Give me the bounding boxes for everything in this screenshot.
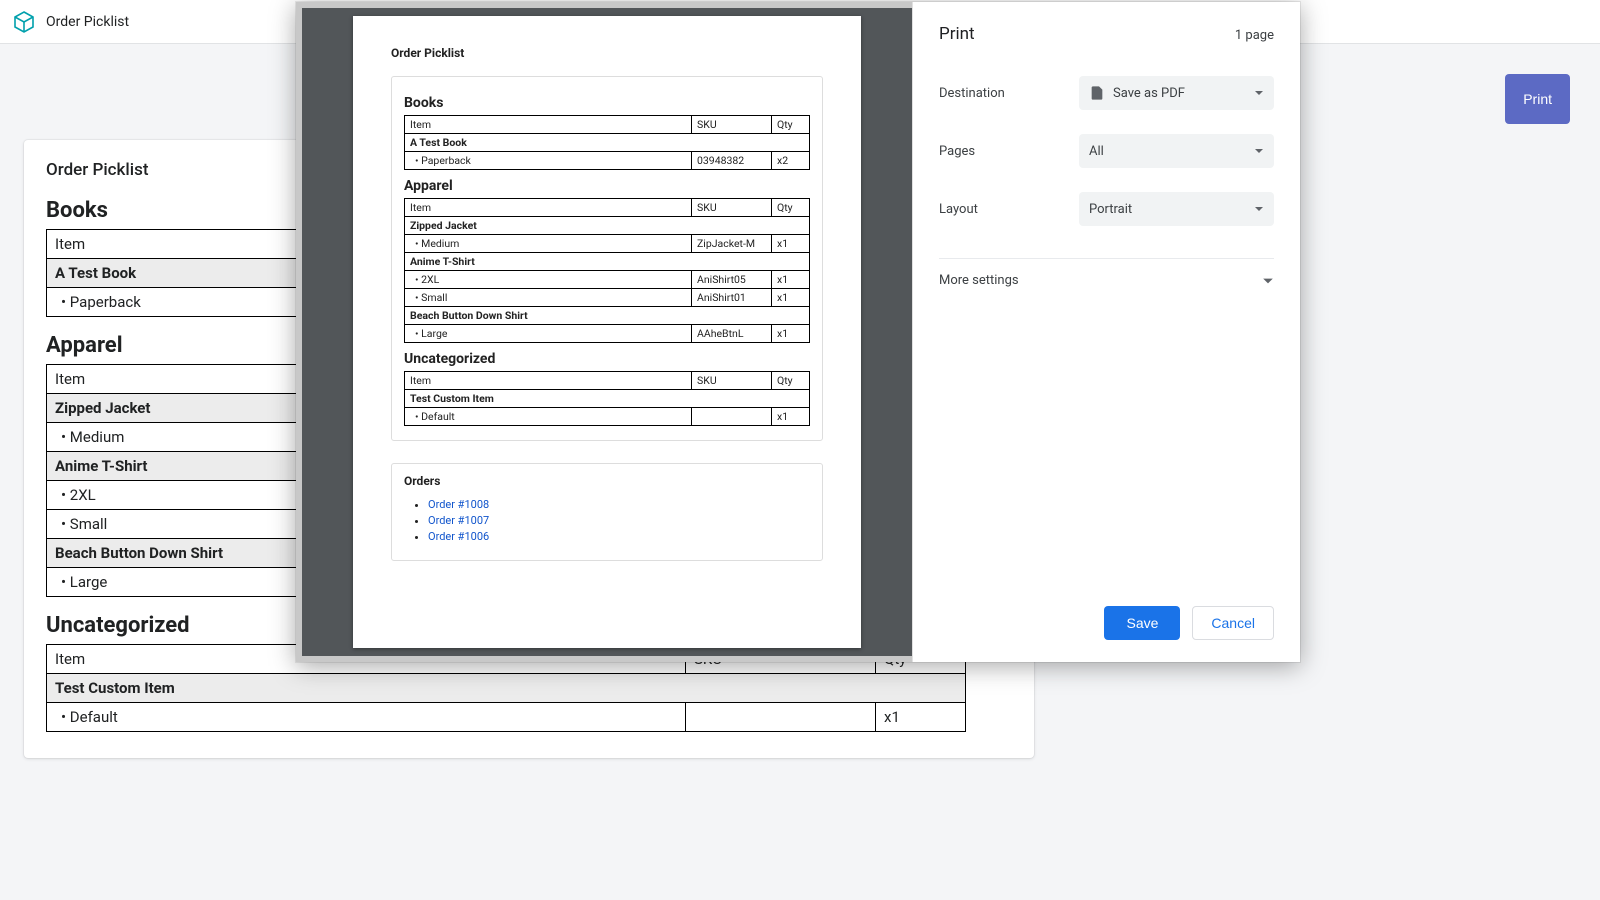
cancel-button[interactable]: Cancel (1192, 606, 1274, 640)
table-row: Test Custom Item (47, 674, 966, 703)
order-link: Order #1006 (428, 530, 810, 543)
save-button[interactable]: Save (1104, 606, 1180, 640)
chevron-down-icon (1254, 204, 1264, 214)
chevron-down-icon (1254, 88, 1264, 98)
pdf-icon (1089, 85, 1105, 101)
destination-label: Destination (939, 86, 1079, 101)
more-settings-toggle[interactable]: More settings (939, 258, 1274, 302)
print-preview-pane[interactable]: Order Picklist Books ItemSKUQty A Test B… (296, 2, 912, 662)
preview-picklist-card: Books ItemSKUQty A Test Book • Paperback… (391, 76, 823, 441)
layout-label: Layout (939, 202, 1079, 217)
topbar-title: Order Picklist (46, 14, 129, 30)
pages-select[interactable]: All (1079, 134, 1274, 168)
print-preview-page: Order Picklist Books ItemSKUQty A Test B… (353, 16, 861, 648)
page-count: 1 page (1235, 28, 1274, 43)
print-button[interactable]: Print (1505, 74, 1570, 124)
layout-select[interactable]: Portrait (1079, 192, 1274, 226)
print-settings-pane: Print 1 page Destination Save as PDF Pag… (912, 2, 1300, 662)
chevron-down-icon (1254, 146, 1264, 156)
pages-label: Pages (939, 144, 1079, 159)
table-row: • Default x1 (47, 703, 966, 732)
order-link: Order #1008 (428, 498, 810, 511)
preview-orders-card: Orders Order #1008 Order #1007 Order #10… (391, 463, 823, 561)
print-dialog: Order Picklist Books ItemSKUQty A Test B… (296, 2, 1300, 662)
order-link: Order #1007 (428, 514, 810, 527)
print-dialog-title: Print (939, 24, 975, 44)
app-logo-icon (12, 10, 36, 34)
chevron-down-icon (1262, 275, 1274, 287)
destination-select[interactable]: Save as PDF (1079, 76, 1274, 110)
preview-title: Order Picklist (391, 46, 823, 60)
